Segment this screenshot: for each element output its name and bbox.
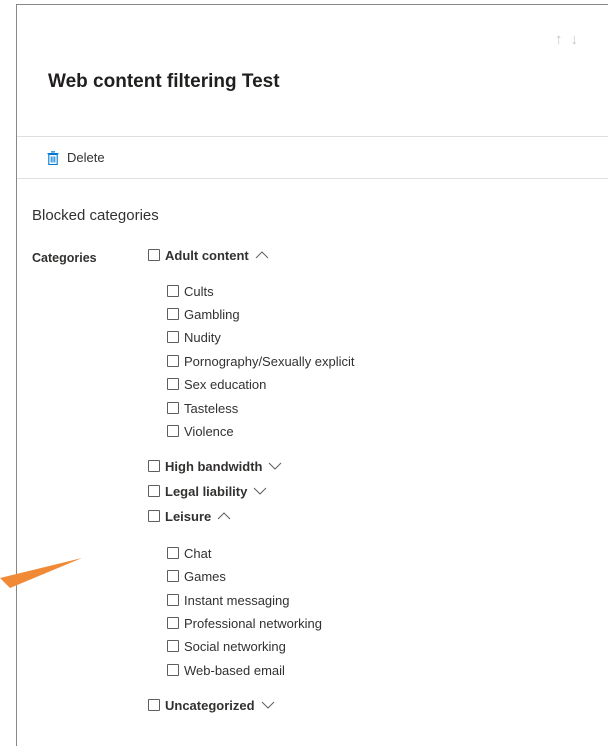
category-label: Legal liability [165,483,248,499]
annotation-arrow-icon [0,558,82,588]
chevron-up-icon[interactable] [255,251,269,259]
category-adult-content[interactable]: Adult content [148,246,269,264]
subcategory-label: Web-based email [184,662,285,678]
screenshot-stage: ↑ ↓ Web content filtering Test Delete Bl… [0,0,608,746]
subcategory-label: Social networking [184,638,286,654]
category-high-bandwidth[interactable]: High bandwidth [148,457,282,475]
subcategory-label: Instant messaging [184,592,290,608]
subcategory-checkbox[interactable] [167,425,179,437]
subcategory-label: Games [184,568,226,584]
subcategory-checkbox[interactable] [167,308,179,320]
subcategory-label: Professional networking [184,615,323,631]
subcategory-item[interactable]: Cults [167,282,214,300]
category-list: Adult content Cults Gambling Nudity Porn… [148,5,588,745]
delete-label: Delete [67,150,105,165]
subcategory-item[interactable]: Web-based email [167,661,285,679]
chevron-down-icon[interactable] [268,462,282,470]
subcategory-checkbox[interactable] [167,594,179,606]
category-checkbox[interactable] [148,699,160,711]
category-label: High bandwidth [165,458,263,474]
chevron-up-icon[interactable] [217,512,231,520]
category-checkbox[interactable] [148,460,160,472]
subcategory-item[interactable]: Gambling [167,305,240,323]
subcategory-label: Pornography/Sexually explicit [184,353,355,369]
subcategory-label: Tasteless [184,400,239,416]
subcategory-item[interactable]: Professional networking [167,614,322,632]
subcategory-label: Gambling [184,306,240,322]
subcategory-checkbox[interactable] [167,664,179,676]
subcategory-item[interactable]: Sex education [167,375,266,393]
details-panel: ↑ ↓ Web content filtering Test Delete Bl… [16,4,608,746]
chevron-down-icon[interactable] [261,701,275,709]
subcategory-checkbox[interactable] [167,402,179,414]
subcategory-checkbox[interactable] [167,355,179,367]
subcategory-label: Nudity [184,329,221,345]
category-checkbox[interactable] [148,510,160,522]
subcategory-item[interactable]: Pornography/Sexually explicit [167,352,355,370]
subcategory-checkbox[interactable] [167,570,179,582]
categories-label: Categories [32,251,97,265]
subcategory-item[interactable]: Chat [167,544,211,562]
subcategory-checkbox[interactable] [167,285,179,297]
category-label: Uncategorized [165,697,255,713]
subcategory-item[interactable]: Games [167,567,226,585]
subcategory-item[interactable]: Instant messaging [167,591,290,609]
category-label: Leisure [165,508,212,524]
category-checkbox[interactable] [148,485,160,497]
section-title: Blocked categories [32,207,159,224]
chevron-down-icon[interactable] [253,487,267,495]
trash-icon [47,150,59,165]
subcategory-label: Violence [184,423,234,439]
subcategory-checkbox[interactable] [167,617,179,629]
subcategory-label: Sex education [184,376,267,392]
subcategory-item[interactable]: Nudity [167,328,221,346]
category-legal-liability[interactable]: Legal liability [148,482,267,500]
category-label: Adult content [165,247,249,263]
category-leisure[interactable]: Leisure [148,507,231,525]
subcategory-checkbox[interactable] [167,547,179,559]
subcategory-checkbox[interactable] [167,378,179,390]
subcategory-item[interactable]: Violence [167,422,234,440]
category-uncategorized[interactable]: Uncategorized [148,696,275,714]
delete-button[interactable]: Delete [47,148,105,167]
subcategory-label: Cults [184,283,214,299]
subcategory-label: Chat [184,545,212,561]
subcategory-item[interactable]: Tasteless [167,399,238,417]
subcategory-checkbox[interactable] [167,331,179,343]
subcategory-checkbox[interactable] [167,640,179,652]
category-checkbox[interactable] [148,249,160,261]
subcategory-item[interactable]: Social networking [167,637,286,655]
